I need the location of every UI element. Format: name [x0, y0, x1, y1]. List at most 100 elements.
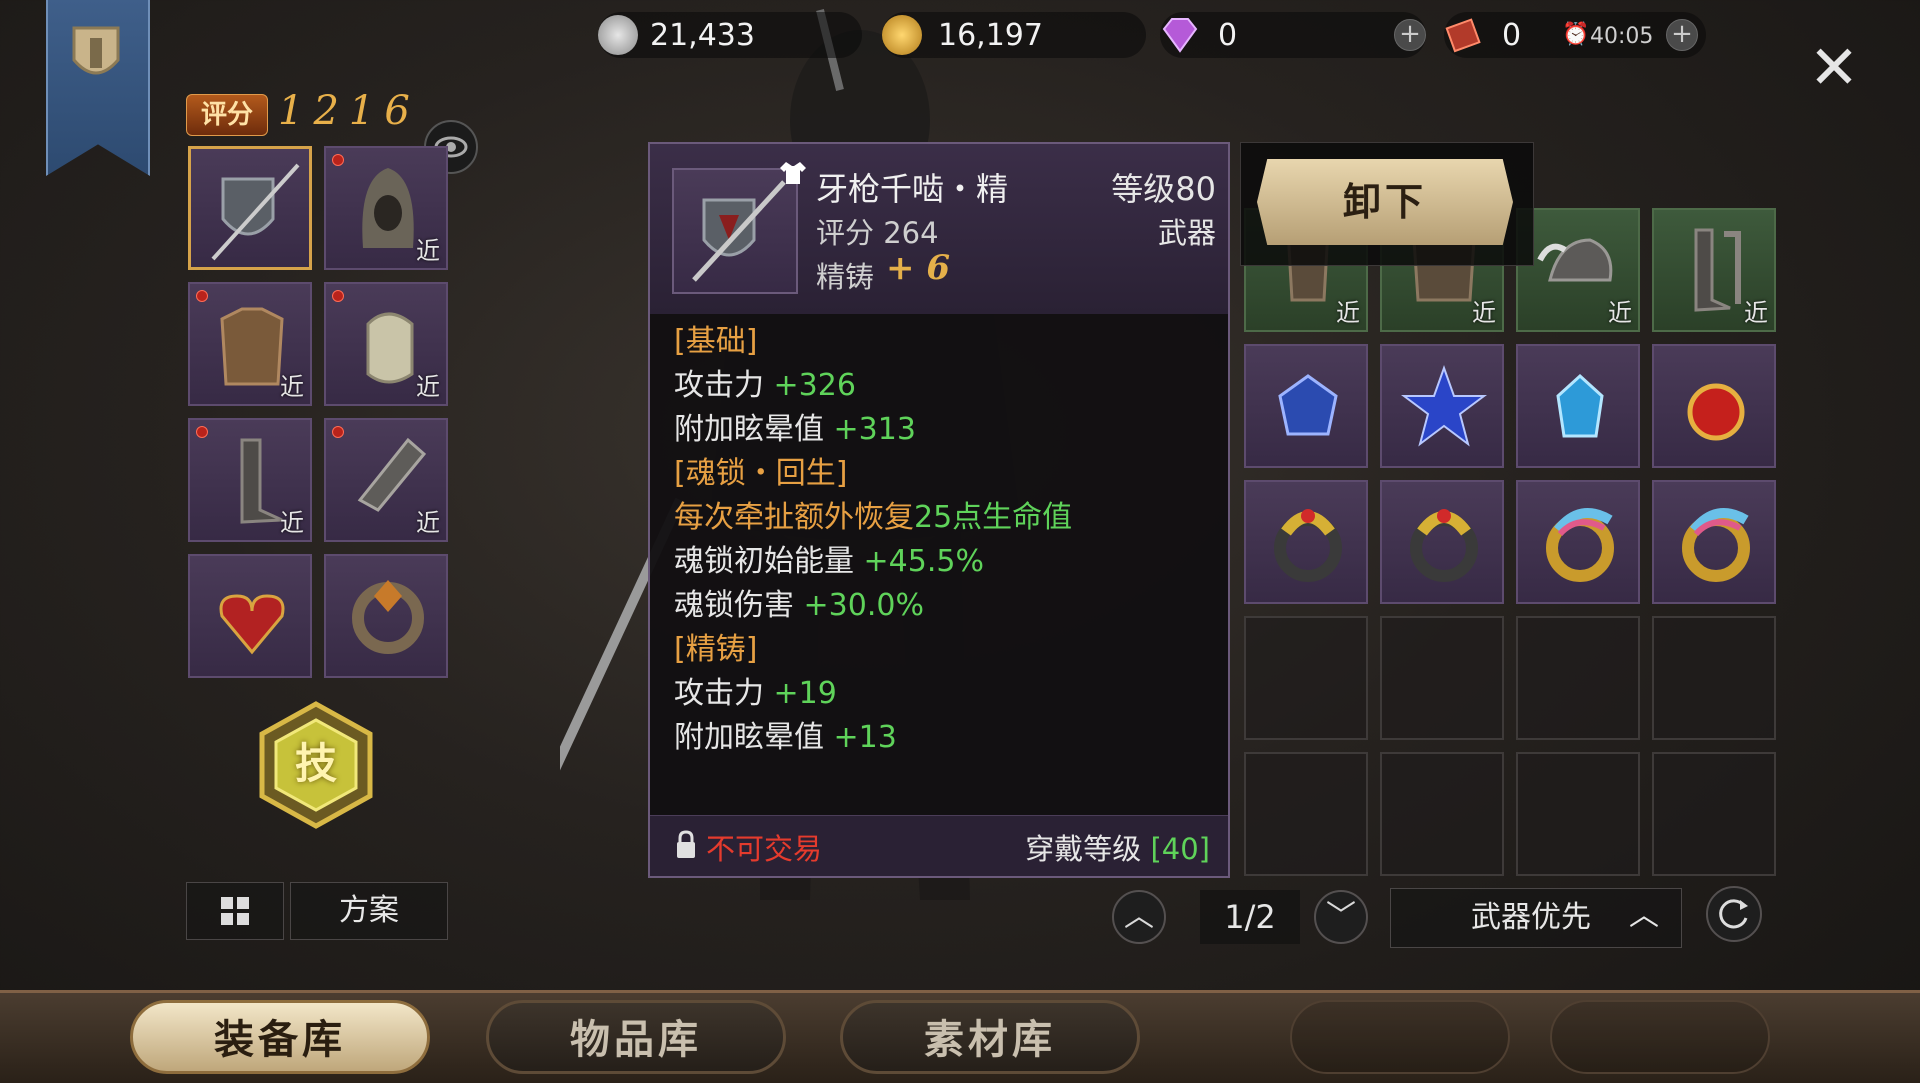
skill-label: 技	[294, 739, 337, 788]
stat-refine-stun: 附加眩晕值 +13	[674, 716, 1218, 760]
page-indicator: 1/2	[1200, 890, 1300, 944]
melee-tag: 近	[1336, 299, 1360, 327]
tooltip-stats: [基础] 攻击力 +326 附加眩晕值 +313 [魂锁・回生] 每次牵扯额外恢…	[674, 320, 1218, 760]
section-basic: [基础]	[674, 324, 758, 359]
new-indicator	[332, 426, 344, 438]
melee-tag: 近	[280, 373, 304, 401]
refresh-button[interactable]	[1706, 886, 1762, 942]
inventory-item[interactable]	[1516, 480, 1640, 604]
inventory-item[interactable]	[1516, 344, 1640, 468]
equip-slot[interactable]: 近	[188, 282, 312, 406]
melee-tag: 近	[416, 373, 440, 401]
stat-label: 附加眩晕值	[674, 720, 824, 755]
silver-coin-icon	[598, 15, 638, 55]
add-ticket-button[interactable]: +	[1666, 19, 1698, 51]
plan-button[interactable]: 方案	[290, 882, 448, 940]
new-indicator	[196, 426, 208, 438]
wear-level-label: 穿戴等级	[1025, 832, 1142, 866]
stat-label: 攻击力	[674, 676, 764, 711]
gold-amount: 16,197	[938, 18, 1043, 53]
section-soul: [魂锁・回生]	[674, 456, 848, 491]
soul-desc-value: 25点生命值	[914, 500, 1073, 535]
inventory-item[interactable]	[1380, 480, 1504, 604]
new-indicator	[332, 154, 344, 166]
new-indicator	[332, 290, 344, 302]
melee-tag: 近	[416, 509, 440, 537]
ticket-timer: 40:05	[1590, 24, 1654, 49]
tab-items[interactable]: 物品库	[486, 1000, 786, 1074]
stat-refine-attack: 攻击力 +19	[674, 672, 1218, 716]
inventory-item[interactable]	[1244, 480, 1368, 604]
inventory-empty-slot[interactable]	[1516, 752, 1640, 876]
grid-view-button[interactable]	[186, 882, 284, 940]
decorative-ornament	[1290, 1000, 1510, 1074]
inventory-item[interactable]	[1652, 480, 1776, 604]
tab-materials[interactable]: 素材库	[840, 1000, 1140, 1074]
ticket-icon	[1445, 18, 1481, 53]
inventory-empty-slot[interactable]	[1652, 752, 1776, 876]
stat-stun: 附加眩晕值 +313	[674, 408, 1218, 452]
grid-icon	[221, 897, 249, 925]
equip-slot[interactable]: 近	[324, 282, 448, 406]
shield-emblem-icon	[72, 26, 120, 75]
sort-dropdown[interactable]: 武器优先 ︿	[1390, 888, 1682, 948]
close-icon[interactable]: ✕	[1806, 38, 1862, 98]
wear-level: 穿戴等级 [40]	[1025, 826, 1210, 868]
refresh-icon	[1719, 899, 1748, 929]
inventory-empty-slot[interactable]	[1380, 752, 1504, 876]
equip-slot[interactable]	[324, 554, 448, 678]
untradeable-label: 不可交易	[706, 832, 823, 866]
ticket-amount: 0	[1502, 18, 1522, 53]
stat-soul-damage: 魂锁伤害 +30.0%	[674, 584, 1218, 628]
stat-label: 魂锁初始能量	[674, 544, 854, 579]
tab-equipment[interactable]: 装备库	[130, 1000, 430, 1074]
inventory-item[interactable]: 近	[1652, 208, 1776, 332]
sort-label: 武器优先	[1471, 900, 1591, 935]
melee-tag: 近	[416, 237, 440, 265]
stat-label: 魂锁伤害	[674, 588, 794, 623]
page-up-button[interactable]: ︿	[1112, 890, 1166, 944]
add-diamond-button[interactable]: +	[1394, 19, 1426, 51]
gold-currency: 16,197	[882, 12, 1146, 58]
inventory-empty-slot[interactable]	[1380, 616, 1504, 740]
inventory-item[interactable]	[1652, 344, 1776, 468]
chevron-up-icon: ︿	[1629, 898, 1659, 933]
stat-label: 攻击力	[674, 368, 764, 403]
diamond-currency: 0 +	[1160, 12, 1426, 58]
melee-tag: 近	[1472, 299, 1496, 327]
inventory-empty-slot[interactable]	[1244, 752, 1368, 876]
stat-value: +19	[773, 676, 837, 711]
inventory-item[interactable]	[1244, 344, 1368, 468]
equip-slot[interactable]	[188, 146, 312, 270]
lock-icon	[677, 830, 695, 858]
inventory-empty-slot[interactable]	[1244, 616, 1368, 740]
inventory-item[interactable]	[1380, 344, 1504, 468]
silver-currency: 21,433	[598, 12, 862, 58]
equip-slot[interactable]	[188, 554, 312, 678]
diamond-amount: 0	[1218, 18, 1238, 53]
refine-value: + 6	[886, 248, 950, 288]
score-badge: 评分	[186, 94, 268, 136]
silver-amount: 21,433	[650, 18, 755, 53]
equipped-shirt-icon	[780, 162, 806, 184]
page-down-button[interactable]: ﹀	[1314, 890, 1368, 944]
equip-slot[interactable]: 近	[188, 418, 312, 542]
diamond-icon	[1162, 18, 1198, 53]
ticket-currency: 0 ⏰ 40:05 +	[1444, 12, 1706, 58]
inventory-empty-slot[interactable]	[1652, 616, 1776, 740]
unequip-button[interactable]: 卸下	[1257, 159, 1513, 245]
stat-soul-energy: 魂锁初始能量 +45.5%	[674, 540, 1218, 584]
tooltip-footer: 不可交易 穿戴等级 [40]	[650, 815, 1228, 876]
melee-tag: 近	[280, 509, 304, 537]
inventory-item[interactable]: 近	[1516, 208, 1640, 332]
equip-slot[interactable]: 近	[324, 146, 448, 270]
stat-value: +30.0%	[803, 588, 924, 623]
item-name: 牙枪千啮・精	[816, 170, 1009, 208]
inventory-empty-slot[interactable]	[1516, 616, 1640, 740]
item-score: 评分 264	[816, 216, 939, 250]
melee-tag: 近	[1608, 299, 1632, 327]
gold-coin-icon	[882, 15, 922, 55]
equip-slot[interactable]: 近	[324, 418, 448, 542]
tooltip-header: 牙枪千啮・精 等级80 评分 264 武器 精铸 + 6	[650, 144, 1228, 314]
item-level: 等级80	[1111, 170, 1216, 208]
